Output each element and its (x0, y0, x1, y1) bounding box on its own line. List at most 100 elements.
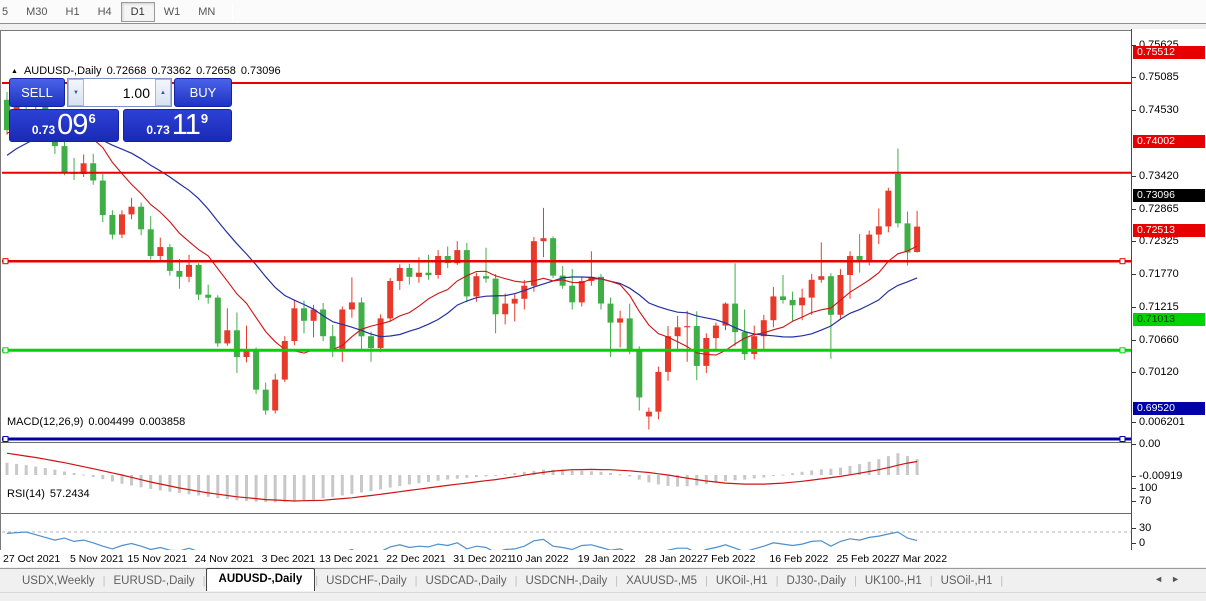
symbol-tab-audusd[interactable]: AUDUSD-,Daily (205, 568, 316, 591)
macd-histogram-bar (494, 475, 498, 476)
symbol-tab-usdx[interactable]: USDX,Weekly (14, 571, 103, 591)
one-click-trade-panel: SELL ▼ ▲ BUY 0.73 09 6 0.73 11 9 (9, 78, 232, 142)
timeframe-button-h4[interactable]: H4 (89, 3, 121, 21)
timeframe-button-w1[interactable]: W1 (155, 3, 190, 21)
macd-histogram-bar (791, 473, 795, 475)
macd-histogram-bar (321, 475, 325, 499)
line-drag-handle[interactable] (2, 258, 9, 265)
timeframe-button-m30[interactable]: M30 (17, 3, 56, 21)
sell-price-display[interactable]: 0.73 09 6 (9, 109, 119, 142)
macd-axis-label: 0.00 (1139, 438, 1161, 450)
price-axis-tick (1132, 176, 1136, 178)
fast-ma-line (6, 121, 918, 356)
symbol-tab-usoil[interactable]: USOil-,H1 (933, 571, 1001, 591)
date-label: 16 Feb 2022 (769, 553, 829, 565)
macd-histogram-bar (647, 475, 651, 483)
candle-body (435, 256, 442, 275)
buy-button[interactable]: BUY (174, 78, 232, 107)
timeframe-button-mn[interactable]: MN (189, 3, 224, 21)
symbol-tab-ukoil[interactable]: UKOil-,H1 (708, 571, 776, 591)
line-drag-handle[interactable] (2, 436, 9, 443)
candle-body (904, 223, 911, 253)
candle-body (329, 336, 336, 350)
candle-body (799, 297, 806, 306)
candle-body (703, 338, 710, 366)
macd-histogram-bar (360, 475, 363, 493)
rsi-axis-tick (1132, 501, 1136, 502)
candle-body (396, 267, 403, 281)
candle-body (272, 379, 279, 411)
volume-increase-button[interactable]: ▲ (155, 79, 171, 106)
symbol-tab-dj30[interactable]: DJ30-,Daily (779, 571, 854, 591)
candle-body (473, 276, 480, 297)
macd-histogram-bar (743, 475, 747, 480)
candle-body (157, 247, 164, 256)
candle-body (684, 326, 691, 328)
price-axis-label: 0.73420 (1139, 170, 1179, 183)
rsi-axis-label: 70 (1139, 495, 1152, 507)
candle-body (233, 330, 240, 357)
macd-histogram-bar (819, 469, 823, 475)
timeframe-button-h1[interactable]: H1 (57, 3, 89, 21)
candle-body (550, 238, 557, 276)
symbol-tab-usdchf[interactable]: USDCHF-,Daily (318, 571, 415, 591)
tab-scroll-left-icon[interactable]: ◄ (1154, 574, 1171, 584)
buy-price-display[interactable]: 0.73 11 9 (122, 109, 232, 142)
rsi-axis-label: 0 (1139, 537, 1146, 549)
macd-histogram-bar (63, 471, 66, 475)
candle-body (674, 327, 681, 337)
candle-body (894, 174, 901, 224)
macd-histogram-bar (609, 472, 612, 475)
macd-histogram-bar (839, 467, 842, 475)
candle-body (368, 336, 374, 349)
macd-name: MACD(12,26,9) (7, 416, 84, 428)
sell-button[interactable]: SELL (9, 78, 65, 107)
macd-histogram-bar (197, 475, 201, 496)
candle-body (626, 318, 633, 352)
price-axis-tick (1132, 209, 1136, 211)
line-drag-handle[interactable] (1119, 347, 1126, 354)
line-drag-handle[interactable] (1119, 258, 1126, 265)
candle-body (914, 226, 921, 252)
macd-histogram-bar (302, 475, 306, 501)
macd-histogram-bar (589, 471, 593, 475)
line-drag-handle[interactable] (2, 347, 9, 354)
collapse-triangle-icon[interactable]: ▲ (11, 68, 18, 75)
candle-body (521, 285, 528, 299)
chart-window[interactable]: ▲ AUDUSD-,Daily 0.72668 0.73362 0.72658 0.730… (0, 30, 1206, 585)
macd-histogram-bar (896, 453, 900, 475)
symbol-tab-xauusd[interactable]: XAUUSD-,M5 (618, 571, 705, 591)
candle-body (847, 256, 853, 275)
candle-body (875, 226, 882, 235)
candle-body (348, 302, 355, 310)
candle-body (693, 326, 700, 366)
macd-histogram-bar (350, 475, 354, 494)
macd-histogram-bar (120, 475, 124, 484)
price-axis[interactable]: 0.756250.750850.745300.734200.728650.723… (1131, 29, 1206, 550)
macd-histogram-bar (292, 475, 296, 502)
symbol-tab-usdcad[interactable]: USDCAD-,Daily (417, 571, 514, 591)
volume-input[interactable] (84, 79, 155, 106)
volume-decrease-button[interactable]: ▼ (68, 79, 84, 106)
candle-body (176, 270, 183, 277)
symbol-tab-eurusd[interactable]: EURUSD-,Daily (106, 571, 203, 591)
macd-histogram-bar (264, 475, 268, 502)
macd-histogram-bar (618, 474, 622, 476)
candle-body (540, 238, 547, 242)
candle-body (128, 206, 135, 215)
macd-axis-tick (1132, 444, 1136, 445)
tab-scroll-right-icon[interactable]: ► (1171, 574, 1188, 584)
date-label: 27 Oct 2021 (3, 553, 61, 565)
candle-body (655, 371, 662, 412)
macd-histogram-bar (656, 475, 660, 485)
symbol-tab-uk100[interactable]: UK100-,H1 (857, 571, 930, 591)
timeframe-button-d1[interactable]: D1 (120, 2, 155, 22)
timeframe-button-5[interactable]: 5 (0, 3, 17, 21)
date-label: 19 Jan 2022 (577, 553, 636, 565)
symbol-tab-usdcnh[interactable]: USDCNH-,Daily (517, 571, 615, 591)
macd-histogram-bar (43, 468, 47, 475)
line-drag-handle[interactable] (1119, 436, 1126, 443)
date-axis[interactable]: 27 Oct 2021 5 Nov 2021 15 Nov 2021 24 Nov 2… (0, 550, 1131, 567)
candle-body (224, 330, 231, 344)
macd-histogram-bar (886, 456, 890, 475)
